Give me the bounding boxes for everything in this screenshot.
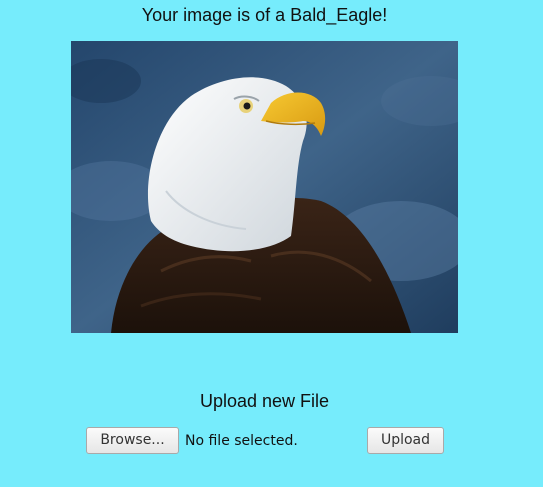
page: Your image is of a Bald_Eagle! Upload ne… [0,0,543,487]
upload-button[interactable]: Upload [367,427,444,454]
file-status: No file selected. [185,432,298,449]
eagle-photo [71,41,458,333]
result-heading: Your image is of a Bald_Eagle! [141,5,388,25]
upload-title: Upload new File [199,391,330,411]
file-input[interactable]: Browse... No file selected. [86,427,298,454]
browse-button[interactable]: Browse... [86,427,179,454]
